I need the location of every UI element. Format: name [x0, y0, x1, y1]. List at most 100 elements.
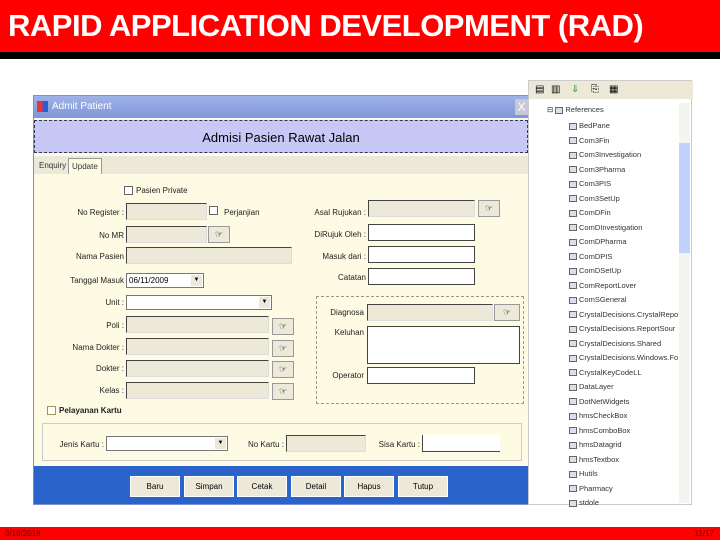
- sisa-kartu-field[interactable]: [422, 435, 500, 452]
- reference-item[interactable]: Com3Pharma: [569, 165, 678, 180]
- reference-item[interactable]: CrystalDecisions.CrystalRepo: [569, 310, 678, 325]
- window-titlebar[interactable]: Admit Patient: [34, 96, 528, 118]
- dokter-field[interactable]: [126, 360, 269, 377]
- reference-item[interactable]: ComDFin: [569, 208, 678, 223]
- no-kartu-field[interactable]: [286, 435, 366, 452]
- diagnosa-field[interactable]: [367, 304, 493, 321]
- reference-label: ComDInvestigation: [579, 222, 643, 232]
- scrollbar-thumb[interactable]: [679, 143, 690, 253]
- operator-field[interactable]: [367, 367, 475, 384]
- poli-field[interactable]: [126, 316, 269, 333]
- pelayanan-kartu-checkbox[interactable]: [47, 406, 56, 415]
- refresh-icon[interactable]: ⇓: [571, 84, 579, 95]
- unit-label: Unit :: [105, 298, 124, 307]
- slide-date: 3/18/2018: [5, 529, 41, 538]
- explorer-toolbar: ▤ ▥ ⇓ ⎘ ▦: [529, 81, 693, 99]
- reference-item[interactable]: Hutils: [569, 469, 678, 484]
- reference-item[interactable]: Com3PIS: [569, 179, 678, 194]
- hapus-button[interactable]: Hapus: [344, 476, 394, 497]
- reference-item[interactable]: CrystalDecisions.ReportSour: [569, 324, 678, 339]
- diagnosa-lookup-button[interactable]: ☞: [494, 304, 520, 321]
- reference-item[interactable]: DotNetWidgets: [569, 397, 678, 412]
- keluhan-label: Keluhan: [334, 328, 364, 337]
- reference-item[interactable]: ComDInvestigation: [569, 223, 678, 238]
- simpan-button[interactable]: Simpan: [184, 476, 234, 497]
- tanggal-masuk-picker[interactable]: 06/11/2009 ▼: [126, 273, 204, 288]
- asal-rujukan-field[interactable]: [368, 200, 475, 217]
- no-mr-lookup-button[interactable]: ☞: [208, 226, 230, 243]
- catatan-field[interactable]: [368, 268, 475, 285]
- asal-rujukan-lookup-button[interactable]: ☞: [478, 200, 500, 217]
- reference-item[interactable]: ComSGeneral: [569, 295, 678, 310]
- close-button[interactable]: X: [515, 99, 528, 115]
- reference-label: Com3SetUp: [579, 193, 620, 203]
- tree-root-references[interactable]: ⊟ References: [547, 105, 604, 120]
- no-register-field[interactable]: [126, 203, 207, 220]
- reference-item[interactable]: CrystalKeyCodeLL: [569, 368, 678, 383]
- keluhan-textarea[interactable]: [367, 326, 520, 364]
- properties-icon[interactable]: ▤: [535, 84, 544, 95]
- reference-item[interactable]: Com3SetUp: [569, 194, 678, 209]
- operator-label: Operator: [332, 371, 364, 380]
- reference-item[interactable]: hmsDatagrid: [569, 440, 678, 455]
- reference-list: BedPane Com3Fin Com3Investigation Com3Pharm…: [569, 121, 678, 513]
- reference-icon: [569, 151, 577, 159]
- reference-icon: [569, 238, 577, 246]
- form-header: Admisi Pasien Rawat Jalan: [34, 120, 528, 153]
- reference-icon: [569, 499, 577, 507]
- tutup-button[interactable]: Tutup: [398, 476, 448, 497]
- reference-icon: [569, 456, 577, 464]
- dokter-lookup-button[interactable]: ☞: [272, 361, 294, 378]
- chevron-down-icon: ▼: [259, 297, 270, 308]
- reference-label: ComSGeneral: [579, 295, 627, 304]
- button-bar: Baru Simpan Cetak Detail Hapus Tutup: [34, 466, 528, 504]
- reference-label: CrystalDecisions.Windows.Fo: [579, 353, 679, 362]
- view-code-icon[interactable]: ⎘: [591, 84, 599, 95]
- no-mr-field[interactable]: [126, 226, 207, 243]
- perjanjian-checkbox[interactable]: [209, 206, 218, 215]
- reference-item[interactable]: DataLayer: [569, 382, 678, 397]
- nama-dokter-lookup-button[interactable]: ☞: [272, 340, 294, 357]
- poli-lookup-button[interactable]: ☞: [272, 318, 294, 335]
- reference-icon: [569, 224, 577, 232]
- kelas-field[interactable]: [126, 382, 269, 399]
- show-all-files-icon[interactable]: ▥: [551, 84, 560, 95]
- unit-dropdown[interactable]: ▼: [126, 295, 272, 310]
- kelas-lookup-button[interactable]: ☞: [272, 383, 294, 400]
- reference-item[interactable]: ComDPIS: [569, 252, 678, 267]
- reference-item[interactable]: BedPane: [569, 121, 678, 136]
- reference-item[interactable]: hmsTextbox: [569, 455, 678, 470]
- masuk-dari-field[interactable]: [368, 246, 475, 263]
- reference-item[interactable]: hmsCheckBox: [569, 411, 678, 426]
- reference-item[interactable]: ComDSetUp: [569, 266, 678, 281]
- view-designer-icon[interactable]: ▦: [609, 84, 618, 95]
- jenis-kartu-dropdown[interactable]: ▼: [106, 436, 228, 451]
- tab-enquiry[interactable]: Enquiry: [36, 158, 69, 174]
- reference-item[interactable]: CrystalDecisions.Windows.Fo: [569, 353, 678, 368]
- reference-icon: [569, 340, 577, 348]
- slide-page-number: 11/17: [694, 529, 714, 538]
- kelas-label: Kelas :: [99, 386, 124, 395]
- cetak-button[interactable]: Cetak: [237, 476, 287, 497]
- dirujuk-oleh-field[interactable]: [368, 224, 475, 241]
- scrollbar[interactable]: [679, 103, 690, 503]
- reference-item[interactable]: Pharmacy: [569, 484, 678, 499]
- window-title: Admit Patient: [52, 101, 112, 112]
- reference-icon: [569, 441, 577, 449]
- tab-update[interactable]: Update: [68, 158, 102, 174]
- reference-icon: [569, 267, 577, 275]
- pasien-private-checkbox[interactable]: [124, 186, 133, 195]
- detail-button[interactable]: Detail: [291, 476, 341, 497]
- reference-item[interactable]: ComDPharma: [569, 237, 678, 252]
- reference-item[interactable]: stdole: [569, 498, 678, 513]
- reference-item[interactable]: CrystalDecisions.Shared: [569, 339, 678, 354]
- nama-pasien-field[interactable]: [126, 247, 292, 264]
- reference-item[interactable]: Com3Fin: [569, 136, 678, 151]
- reference-label: ComDPharma: [579, 237, 627, 246]
- reference-item[interactable]: ComReportLover: [569, 281, 678, 296]
- reference-item[interactable]: Com3Investigation: [569, 150, 678, 165]
- baru-button[interactable]: Baru: [130, 476, 180, 497]
- reference-item[interactable]: hmsComboBox: [569, 426, 678, 441]
- nama-dokter-field[interactable]: [126, 338, 269, 355]
- app-icon: [37, 101, 48, 112]
